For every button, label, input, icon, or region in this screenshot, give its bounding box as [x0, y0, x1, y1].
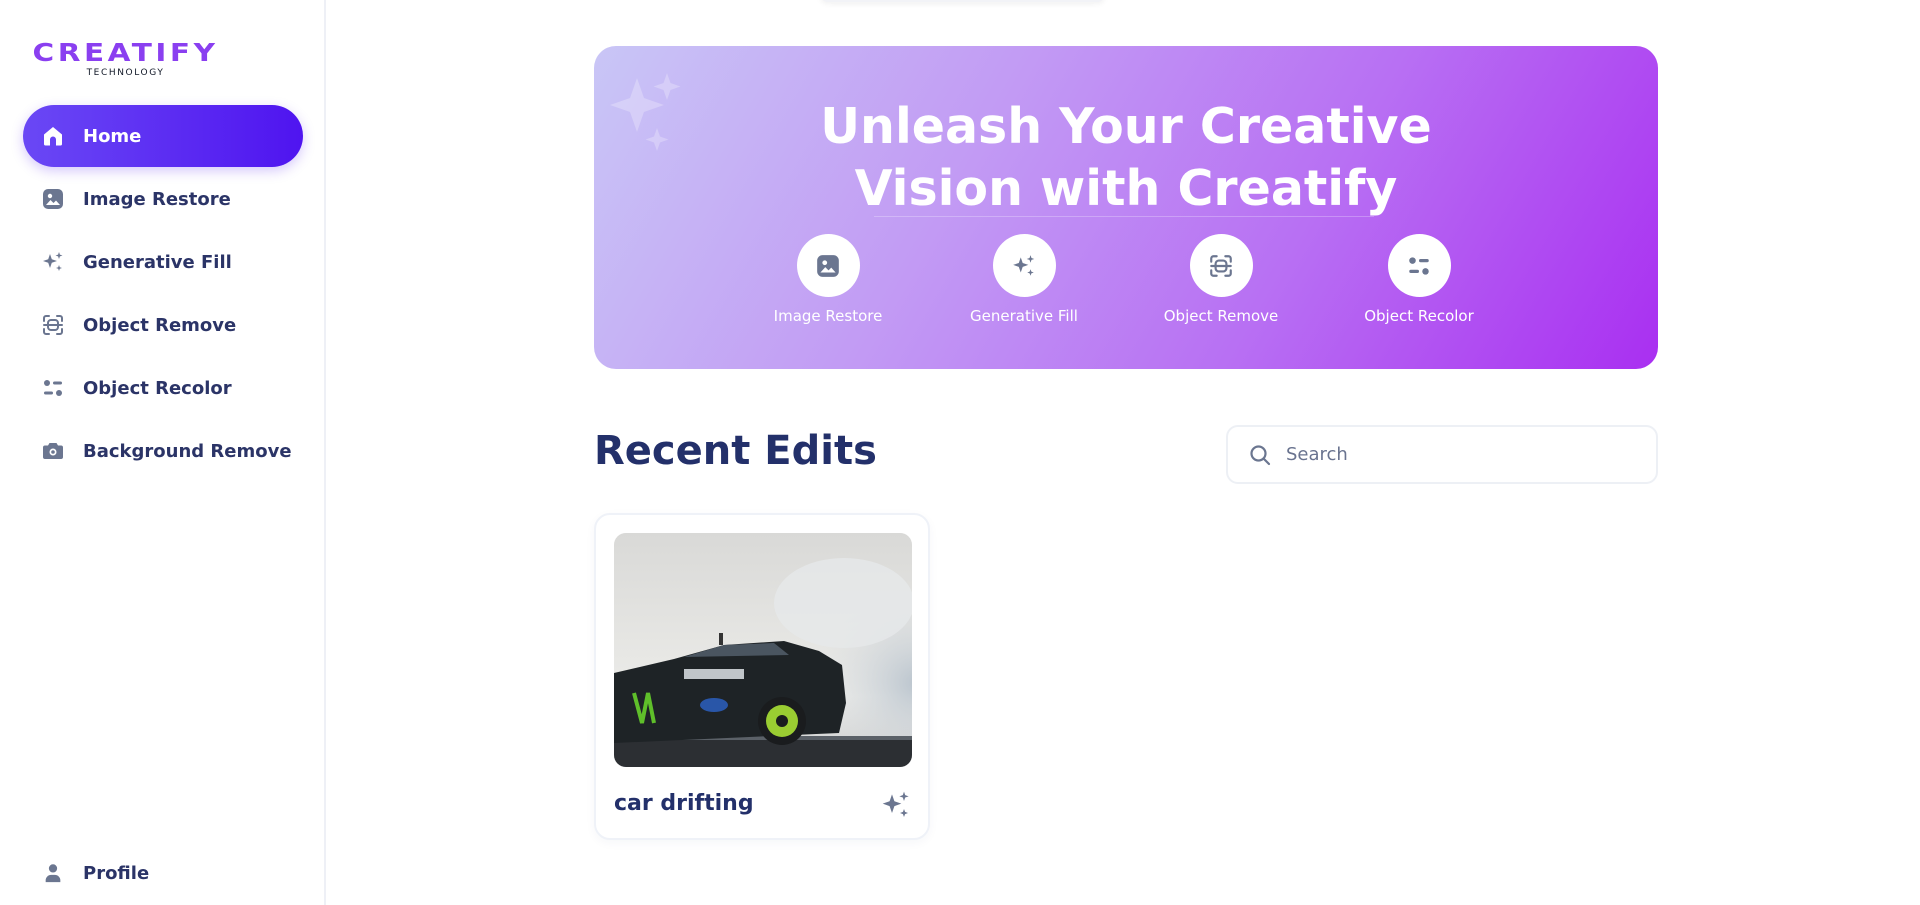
hero-divider — [874, 216, 1374, 217]
feature-label: Object Remove — [1163, 307, 1279, 325]
feature-icon-circle[interactable] — [796, 234, 860, 297]
sidebar-item-label: Generative Fill — [83, 251, 232, 273]
feature-label: Object Recolor — [1364, 307, 1474, 325]
image-icon — [817, 254, 839, 277]
feature-object-remove[interactable]: Object Remove — [1146, 234, 1296, 325]
sliders-icon — [1409, 256, 1429, 275]
feature-object-recolor[interactable]: Object Recolor — [1344, 234, 1494, 325]
feature-icon-circle[interactable] — [1189, 234, 1253, 297]
user-icon — [40, 860, 66, 886]
feature-generative-fill[interactable]: Generative Fill — [949, 234, 1099, 325]
sidebar-item-label: Image Restore — [83, 188, 231, 210]
sidebar-item-background-remove[interactable]: Background Remove — [23, 420, 303, 482]
sidebar-nav: Home Image Restore Generative Fill Objec… — [23, 105, 303, 483]
sidebar-item-label: Background Remove — [83, 440, 292, 462]
app-root: CREATIFY TECHNOLOGY Home Image Restore G… — [0, 0, 1920, 905]
sidebar-item-object-recolor[interactable]: Object Recolor — [23, 357, 303, 419]
sidebar-item-image-restore[interactable]: Image Restore — [23, 168, 303, 230]
sidebar-item-label: Home — [83, 125, 142, 147]
car-drifting-image — [614, 533, 912, 767]
sparkles-icon — [1013, 254, 1035, 276]
sidebar-item-label: Object Remove — [83, 314, 237, 336]
hero-title: Unleash Your Creative Vision with Creati… — [594, 96, 1658, 220]
feature-image-restore[interactable]: Image Restore — [753, 234, 903, 325]
sidebar-item-object-remove[interactable]: Object Remove — [23, 294, 303, 356]
hero-features: Image Restore Generative Fill Object Rem… — [594, 234, 1658, 334]
edit-thumbnail[interactable] — [614, 533, 912, 767]
home-icon — [40, 123, 66, 149]
feature-label: Image Restore — [773, 307, 883, 325]
camera-icon — [40, 438, 66, 464]
sidebar-item-home[interactable]: Home — [23, 105, 303, 167]
sparkles-icon[interactable] — [880, 789, 912, 821]
object-scan-icon — [1210, 254, 1232, 277]
hero-title-line-1: Unleash Your Creative — [820, 98, 1432, 155]
search-box[interactable] — [1226, 425, 1658, 484]
sliders-icon — [40, 375, 66, 401]
logo[interactable]: CREATIFY TECHNOLOGY — [23, 40, 228, 78]
sidebar-item-generative-fill[interactable]: Generative Fill — [23, 231, 303, 293]
edit-card[interactable]: car drifting — [594, 513, 930, 840]
logo-wordmark: CREATIFY — [32, 38, 219, 67]
sidebar: CREATIFY TECHNOLOGY Home Image Restore G… — [0, 0, 326, 905]
object-scan-icon — [40, 312, 66, 338]
top-tab-handle — [820, 0, 1105, 2]
profile-label: Profile — [83, 862, 150, 884]
logo-tagline: TECHNOLOGY — [86, 68, 165, 78]
sparkles-icon — [40, 249, 66, 275]
feature-icon-circle[interactable] — [992, 234, 1056, 297]
hero-banner: Unleash Your Creative Vision with Creati… — [594, 46, 1658, 369]
search-input[interactable] — [1286, 444, 1636, 465]
sidebar-item-label: Object Recolor — [83, 377, 232, 399]
edit-card-title: car drifting — [614, 791, 754, 816]
sidebar-item-profile[interactable]: Profile — [40, 860, 149, 886]
feature-icon-circle[interactable] — [1387, 234, 1451, 297]
image-icon — [40, 186, 66, 212]
feature-label: Generative Fill — [970, 307, 1078, 325]
search-icon — [1250, 444, 1271, 465]
hero-title-line-2: Vision with Creatify — [854, 160, 1398, 217]
recent-edits-title: Recent Edits — [594, 428, 877, 474]
